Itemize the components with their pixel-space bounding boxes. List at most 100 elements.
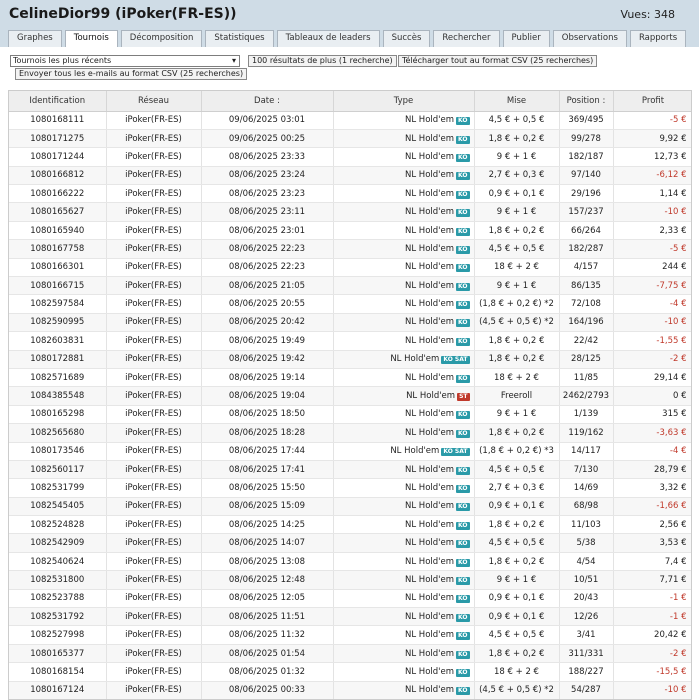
table-row[interactable]: 1084385548 iPoker(FR-ES) 08/06/2025 19:04 N… [9, 386, 691, 406]
header-type[interactable]: Type [333, 91, 475, 112]
tournament-filter-select[interactable]: Tournois les plus récents ▾ [10, 55, 240, 67]
more-results-button[interactable]: 100 résultats de plus (1 recherche) [248, 55, 397, 67]
table-row[interactable]: 1082590995 iPoker(FR-ES) 08/06/2025 20:42 N… [9, 313, 691, 333]
tab-statistiques[interactable]: Statistiques [205, 30, 274, 47]
cell-date: 09/06/2025 03:01 [201, 111, 334, 130]
cell-id[interactable]: 1082531800 [9, 570, 107, 590]
table-row[interactable]: 1080171275 iPoker(FR-ES) 09/06/2025 00:25 N… [9, 129, 691, 149]
header-date[interactable]: Date : [201, 91, 334, 112]
table-row[interactable]: 1080165940 iPoker(FR-ES) 08/06/2025 23:01 N… [9, 221, 691, 241]
cell-id[interactable]: 1080165298 [9, 405, 107, 425]
cell-id[interactable]: 1084385548 [9, 386, 107, 406]
cell-id[interactable]: 1080165377 [9, 644, 107, 664]
table-row[interactable]: 1082523788 iPoker(FR-ES) 08/06/2025 12:05 N… [9, 589, 691, 609]
table-row[interactable]: 1080166222 iPoker(FR-ES) 08/06/2025 23:23 N… [9, 184, 691, 204]
tab-rapports[interactable]: Rapports [629, 30, 687, 47]
table-row[interactable]: 1082540624 iPoker(FR-ES) 08/06/2025 13:08 N… [9, 552, 691, 572]
cell-id[interactable]: 1080165940 [9, 221, 107, 241]
table-row[interactable]: 1082603831 iPoker(FR-ES) 08/06/2025 19:49 N… [9, 331, 691, 351]
chevron-down-icon: ▾ [231, 56, 236, 65]
header-profit[interactable]: Profit [613, 91, 691, 112]
table-row[interactable]: 1080166812 iPoker(FR-ES) 08/06/2025 23:24 N… [9, 166, 691, 186]
tab-observations[interactable]: Observations [552, 30, 627, 47]
table-row[interactable]: 1082560117 iPoker(FR-ES) 08/06/2025 17:41 N… [9, 460, 691, 480]
tab-graphes[interactable]: Graphes [8, 30, 62, 47]
header-network[interactable]: Réseau [106, 91, 202, 112]
game-type-label: NL Hold'em [405, 207, 455, 218]
cell-position: 14/69 [559, 478, 614, 498]
table-row[interactable]: 1082524828 iPoker(FR-ES) 08/06/2025 14:25 N… [9, 515, 691, 535]
tab-tableaux-de-leaders[interactable]: Tableaux de leaders [276, 30, 380, 47]
cell-network: iPoker(FR-ES) [106, 313, 202, 333]
cell-position: 28/125 [559, 350, 614, 369]
header-stake[interactable]: Mise [474, 91, 560, 112]
table-row[interactable]: 1080167758 iPoker(FR-ES) 08/06/2025 22:23 N… [9, 239, 691, 259]
header-id[interactable]: Identification [9, 91, 107, 112]
table-row[interactable]: 1082565680 iPoker(FR-ES) 08/06/2025 18:28 N… [9, 423, 691, 443]
table-row[interactable]: 1082571689 iPoker(FR-ES) 08/06/2025 19:14 N… [9, 368, 691, 388]
header-position[interactable]: Position : [559, 91, 614, 112]
table-row[interactable]: 1080165377 iPoker(FR-ES) 08/06/2025 01:54 N… [9, 644, 691, 664]
tab-tournois[interactable]: Tournois [64, 30, 118, 48]
table-row[interactable]: 1082527998 iPoker(FR-ES) 08/06/2025 11:32 N… [9, 625, 691, 645]
game-type-label: NL Hold'em [405, 501, 455, 512]
table-row[interactable]: 1080173546 iPoker(FR-ES) 08/06/2025 17:44 N… [9, 442, 691, 461]
table-row[interactable]: 1080171244 iPoker(FR-ES) 08/06/2025 23:33 N… [9, 147, 691, 167]
cell-date: 08/06/2025 23:33 [201, 147, 334, 167]
cell-id[interactable]: 1082590995 [9, 313, 107, 333]
table-row[interactable]: 1082542909 iPoker(FR-ES) 08/06/2025 14:07 N… [9, 533, 691, 553]
cell-id[interactable]: 1082597584 [9, 294, 107, 314]
format-badge-icon: KO [456, 209, 470, 218]
tab-rechercher[interactable]: Rechercher [433, 30, 500, 47]
cell-id[interactable]: 1082603831 [9, 331, 107, 351]
game-type-label: NL Hold'em [405, 630, 455, 641]
email-csv-button[interactable]: Envoyer tous les e-mails au format CSV (… [15, 68, 248, 80]
tab-succ-s[interactable]: Succès [382, 30, 431, 47]
cell-id[interactable]: 1080166301 [9, 258, 107, 278]
cell-id[interactable]: 1082542909 [9, 533, 107, 553]
table-row[interactable]: 1080165298 iPoker(FR-ES) 08/06/2025 18:50 N… [9, 405, 691, 425]
cell-id[interactable]: 1082571689 [9, 368, 107, 388]
cell-id[interactable]: 1080166812 [9, 166, 107, 186]
cell-id[interactable]: 1080166222 [9, 184, 107, 204]
table-row[interactable]: 1080165627 iPoker(FR-ES) 08/06/2025 23:11 N… [9, 202, 691, 222]
cell-id[interactable]: 1082560117 [9, 460, 107, 480]
cell-id[interactable]: 1080168154 [9, 662, 107, 682]
tab-publier[interactable]: Publier [502, 30, 550, 47]
table-row[interactable]: 1082545405 iPoker(FR-ES) 08/06/2025 15:09 N… [9, 497, 691, 517]
cell-id[interactable]: 1082565680 [9, 423, 107, 443]
table-row[interactable]: 1082531800 iPoker(FR-ES) 08/06/2025 12:48 N… [9, 570, 691, 590]
table-row[interactable]: 1082531799 iPoker(FR-ES) 08/06/2025 15:50 N… [9, 478, 691, 498]
cell-id[interactable]: 1080166715 [9, 276, 107, 296]
cell-date: 09/06/2025 00:25 [201, 129, 334, 149]
table-row[interactable]: 1080168111 iPoker(FR-ES) 09/06/2025 03:01 N… [9, 111, 691, 130]
cell-stake: 1,8 € + 0,2 € [474, 129, 560, 149]
download-csv-button[interactable]: Télécharger tout au format CSV (25 reche… [398, 55, 598, 67]
table-row[interactable]: 1080166715 iPoker(FR-ES) 08/06/2025 21:05 N… [9, 276, 691, 296]
table-row[interactable]: 1082597584 iPoker(FR-ES) 08/06/2025 20:55 N… [9, 294, 691, 314]
table-row[interactable]: 1080166301 iPoker(FR-ES) 08/06/2025 22:23 N… [9, 258, 691, 278]
cell-id[interactable]: 1082527998 [9, 625, 107, 645]
cell-id[interactable]: 1082531792 [9, 607, 107, 627]
cell-date: 08/06/2025 01:32 [201, 662, 334, 682]
cell-id[interactable]: 1082540624 [9, 552, 107, 572]
cell-id[interactable]: 1082523788 [9, 589, 107, 609]
table-row[interactable]: 1080167124 iPoker(FR-ES) 08/06/2025 00:33 N… [9, 681, 691, 699]
cell-id[interactable]: 1082545405 [9, 497, 107, 517]
tab-d-composition[interactable]: Décomposition [120, 30, 203, 47]
cell-id[interactable]: 1080168111 [9, 111, 107, 130]
cell-type: NL Hold'em KO [333, 589, 475, 609]
cell-id[interactable]: 1080171275 [9, 129, 107, 149]
cell-id[interactable]: 1080167124 [9, 681, 107, 699]
table-row[interactable]: 1080172881 iPoker(FR-ES) 08/06/2025 19:42 N… [9, 350, 691, 369]
cell-id[interactable]: 1080172881 [9, 350, 107, 369]
cell-id[interactable]: 1080171244 [9, 147, 107, 167]
cell-id[interactable]: 1082524828 [9, 515, 107, 535]
cell-id[interactable]: 1082531799 [9, 478, 107, 498]
table-row[interactable]: 1082531792 iPoker(FR-ES) 08/06/2025 11:51 N… [9, 607, 691, 627]
cell-id[interactable]: 1080165627 [9, 202, 107, 222]
table-row[interactable]: 1080168154 iPoker(FR-ES) 08/06/2025 01:32 N… [9, 662, 691, 682]
cell-position: 97/140 [559, 166, 614, 186]
cell-id[interactable]: 1080173546 [9, 442, 107, 461]
cell-id[interactable]: 1080167758 [9, 239, 107, 259]
